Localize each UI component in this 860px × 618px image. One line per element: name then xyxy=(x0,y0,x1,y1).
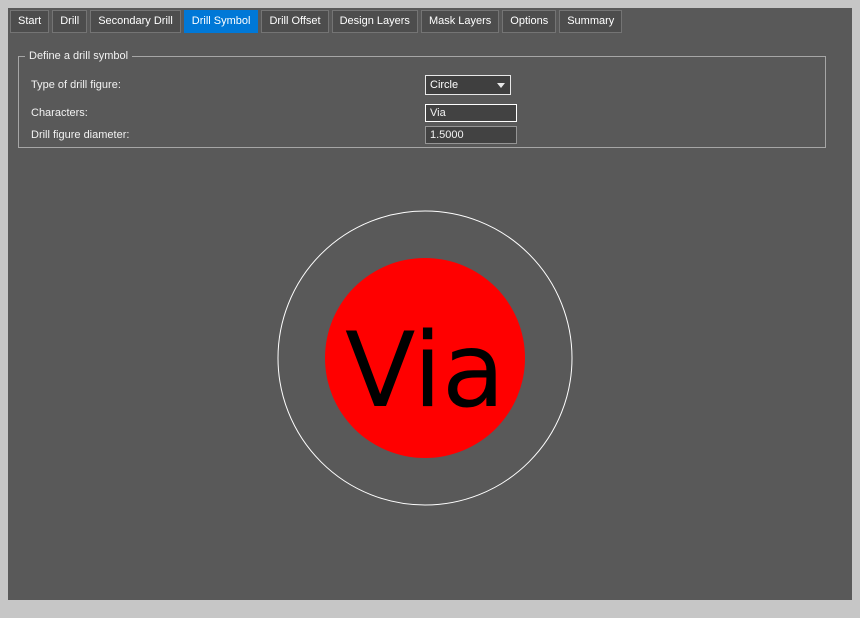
drill-figure-diameter-input[interactable] xyxy=(425,126,517,144)
tab-design-layers[interactable]: Design Layers xyxy=(332,10,418,33)
tab-secondary-drill[interactable]: Secondary Drill xyxy=(90,10,181,33)
tab-drill-symbol[interactable]: Drill Symbol xyxy=(184,10,259,33)
characters-input[interactable] xyxy=(425,104,517,122)
drill-symbol-preview: Via xyxy=(265,198,585,518)
type-of-drill-figure-label: Type of drill figure: xyxy=(31,79,425,91)
characters-label: Characters: xyxy=(31,107,425,119)
tab-drill-offset[interactable]: Drill Offset xyxy=(261,10,328,33)
group-title: Define a drill symbol xyxy=(25,50,132,62)
define-drill-symbol-group: Define a drill symbol Type of drill figu… xyxy=(18,50,826,148)
tab-summary[interactable]: Summary xyxy=(559,10,622,33)
drill-figure-type-select[interactable]: Circle xyxy=(425,75,511,95)
tab-drill[interactable]: Drill xyxy=(52,10,87,33)
drill-characters-text: Via xyxy=(345,311,505,431)
field-row-characters: Characters: xyxy=(31,104,813,122)
drill-figure-diameter-label: Drill figure diameter: xyxy=(31,129,425,141)
dialog-panel: Start Drill Secondary Drill Drill Symbol… xyxy=(8,8,852,600)
tab-bar: Start Drill Secondary Drill Drill Symbol… xyxy=(8,8,852,33)
dropdown-arrow-icon xyxy=(497,83,505,88)
field-row-type: Type of drill figure: Circle xyxy=(31,75,813,95)
tab-mask-layers[interactable]: Mask Layers xyxy=(421,10,499,33)
drill-figure-type-value: Circle xyxy=(430,79,458,91)
tab-options[interactable]: Options xyxy=(502,10,556,33)
field-row-diameter: Drill figure diameter: xyxy=(31,126,813,144)
tab-start[interactable]: Start xyxy=(10,10,49,33)
